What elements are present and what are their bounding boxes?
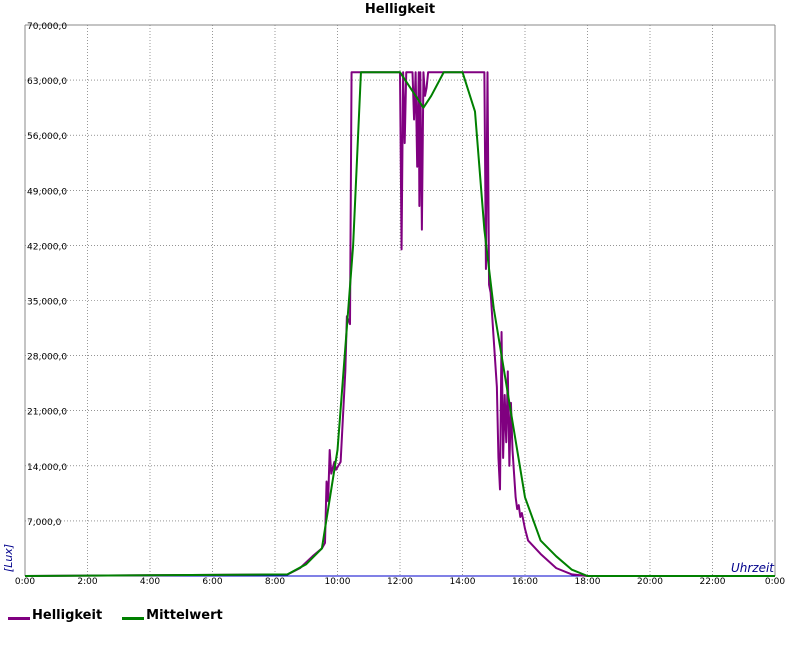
legend-item-helligkeit: Helligkeit xyxy=(8,608,102,623)
x-tick-label: 20:00 xyxy=(637,577,663,587)
y-tick-label: 49,000,0 xyxy=(27,187,67,197)
x-tick-label: 8:00 xyxy=(265,577,285,587)
x-tick-label: 0:00 xyxy=(765,577,785,587)
y-tick-label: 70,000,0 xyxy=(27,22,67,32)
x-axis-label: Uhrzeit xyxy=(731,561,775,575)
x-tick-label: 2:00 xyxy=(77,577,97,587)
legend-swatch-mittelwert xyxy=(122,617,145,620)
y-tick-label: 28,000,0 xyxy=(27,353,67,363)
chart: Helligkeit 70,000,0 63,000,0 56,000,0 49,00… xyxy=(0,0,800,650)
y-tick-label: 56,000,0 xyxy=(27,132,67,142)
x-tick-label: 16:00 xyxy=(512,577,538,587)
x-tick-label: 18:00 xyxy=(575,577,601,587)
legend-swatch-helligkeit xyxy=(8,617,30,620)
y-tick-label: 21,000,0 xyxy=(27,408,67,418)
x-tick-label: 4:00 xyxy=(140,577,160,587)
y-tick-label: 63,000,0 xyxy=(27,77,67,87)
x-tick-label: 14:00 xyxy=(450,577,476,587)
x-tick-label: 12:00 xyxy=(387,577,413,587)
y-tick-label: 14,000,0 xyxy=(27,463,67,473)
y-tick-label: 7,000,0 xyxy=(27,518,62,528)
legend-label-mittelwert: Mittelwert xyxy=(146,608,223,623)
legend-label-helligkeit: Helligkeit xyxy=(32,608,103,623)
x-tick-label: 22:00 xyxy=(700,577,726,587)
x-tick-label: 0:00 xyxy=(15,577,35,587)
chart-title: Helligkeit xyxy=(365,2,435,17)
legend: Helligkeit Mittelwert xyxy=(8,608,243,623)
legend-item-mittelwert: Mittelwert xyxy=(122,608,223,623)
y-axis-label: [Lux] xyxy=(2,544,15,572)
x-tick-label: 6:00 xyxy=(202,577,222,587)
y-tick-label: 42,000,0 xyxy=(27,242,67,252)
y-tick-label: 35,000,0 xyxy=(27,298,67,308)
x-tick-label: 10:00 xyxy=(325,577,351,587)
